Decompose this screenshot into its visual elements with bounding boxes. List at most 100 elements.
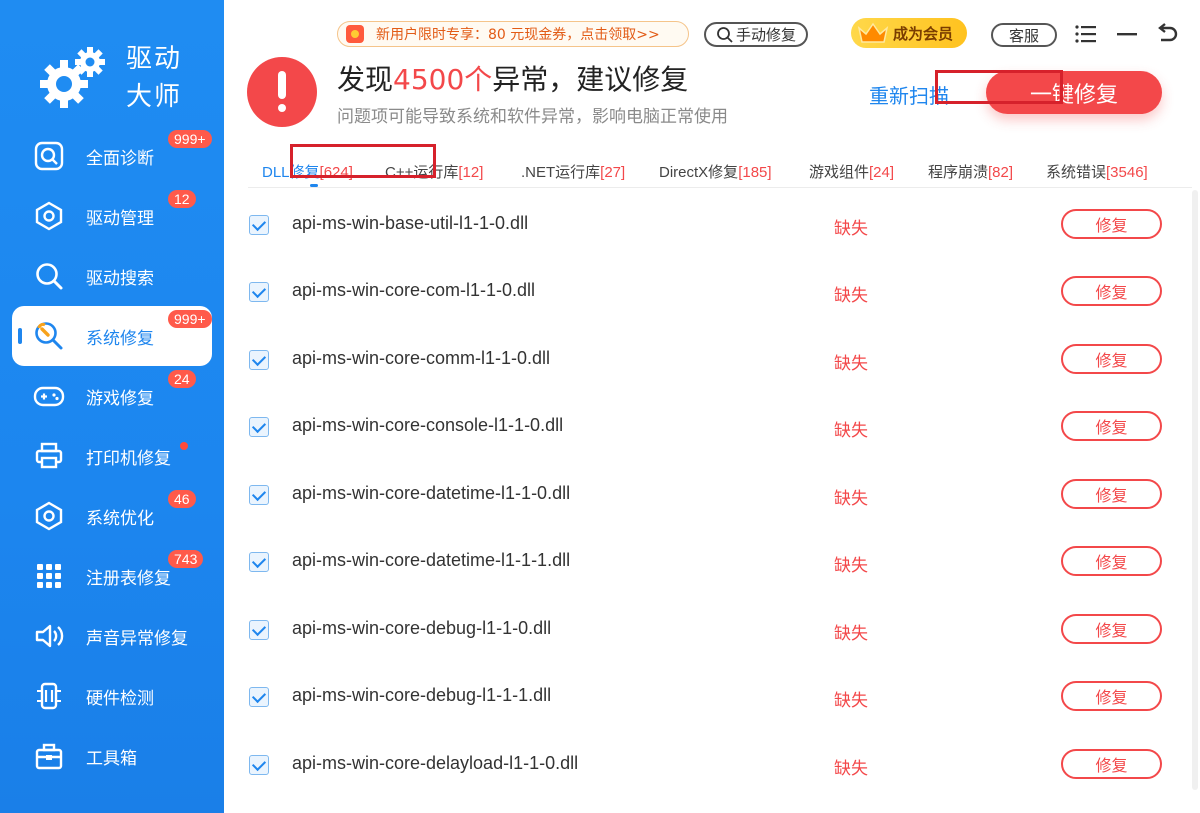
title-suffix: 异常，建议修复 [492,63,689,96]
file-name: api-ms-win-core-com-l1-1-0.dll [292,280,536,300]
tab-system-error[interactable]: 系统错误[3546] [1046,161,1148,182]
manual-repair-label: 手动修复 [735,26,796,44]
status-label: 缺失 [834,556,868,576]
issue-count: 4500个 [393,63,493,96]
tab-count: [24] [869,164,895,181]
search-icon [717,26,733,43]
brand-name: 驱动 大师 [126,40,182,116]
tab-cpp-runtime[interactable]: C++运行库[12] [385,161,483,182]
fix-button[interactable]: 修复 [1061,344,1162,374]
row-checkbox[interactable] [249,485,269,505]
tab-count: [624] [319,164,353,181]
fix-button[interactable]: 修复 [1061,276,1162,306]
vip-label: 成为会员 [893,24,954,43]
issue-list: api-ms-win-base-util-l1-1-0.dll 缺失 修复 ap… [226,190,1192,813]
tab-dotnet-runtime[interactable]: .NET运行库[27] [521,161,625,182]
sidebar-item-game-repair[interactable]: 游戏修复 24 [12,366,212,426]
list-item: api-ms-win-core-datetime-l1-1-0.dll 缺失 修… [226,460,1192,527]
tab-count: [82] [988,164,1014,181]
tab-label: .NET运行库 [521,164,601,181]
tab-dll-repair[interactable]: DLL修复[624] [262,161,353,182]
count-badge: 999+ [168,310,212,328]
list-item: api-ms-win-core-datetime-l1-1-1.dll 缺失 修… [226,527,1192,594]
coupon-icon [346,25,364,43]
notification-dot [180,442,188,450]
brand-name-line2: 大师 [126,82,183,112]
sidebar-item-driver-search[interactable]: 驱动搜索 [12,246,212,306]
file-name: api-ms-win-core-datetime-l1-1-1.dll [292,550,571,570]
minimize-icon[interactable] [1115,22,1139,46]
sidebar-item-label: 游戏修复 [86,388,154,409]
scrollbar[interactable] [1192,190,1198,790]
wrench-icon [32,319,66,353]
sidebar-nav: 全面诊断 999+ 驱动管理 12 驱动搜索 系统修复 999+ 游戏修复 24… [12,126,212,786]
sidebar-item-label: 系统优化 [86,508,154,529]
fix-button[interactable]: 修复 [1061,546,1162,576]
count-badge: 999+ [168,130,212,148]
toolbox-icon [32,739,66,773]
fix-button[interactable]: 修复 [1061,749,1162,779]
row-checkbox[interactable] [249,620,269,640]
hexagon-icon [32,199,66,233]
list-item: api-ms-win-core-com-l1-1-0.dll 缺失 修复 [226,257,1192,324]
list-item: api-ms-win-core-debug-l1-1-0.dll 缺失 修复 [226,595,1192,662]
row-checkbox[interactable] [249,215,269,235]
file-name: api-ms-win-core-debug-l1-1-0.dll [292,618,552,638]
printer-icon [32,439,66,473]
search-icon [32,259,66,293]
sidebar-item-system-optimize[interactable]: 系统优化 46 [12,486,212,546]
sidebar-item-sound-repair[interactable]: 声音异常修复 [12,606,212,666]
fix-button[interactable]: 修复 [1061,411,1162,441]
chip-icon [32,679,66,713]
list-item: api-ms-win-core-console-l1-1-0.dll 缺失 修复 [226,392,1192,459]
tab-count: [12] [458,164,484,181]
tab-directx-repair[interactable]: DirectX修复[185] [659,161,772,182]
sidebar-item-printer-repair[interactable]: 打印机修复 [12,426,212,486]
tab-label: 游戏组件 [809,164,870,181]
count-badge: 743 [168,550,204,568]
row-checkbox[interactable] [249,417,269,437]
vip-button[interactable]: 成为会员 [851,18,967,48]
active-indicator [18,328,22,344]
count-badge: 46 [168,490,196,508]
brand-name-line1: 驱动 [126,44,183,74]
row-checkbox[interactable] [249,282,269,302]
one-click-repair-button[interactable]: 一键修复 [986,71,1162,114]
list-item: api-ms-win-core-comm-l1-1-0.dll 缺失 修复 [226,325,1192,392]
tab-label: 系统错误 [1046,164,1107,181]
fix-button[interactable]: 修复 [1061,614,1162,644]
menu-icon[interactable] [1074,22,1098,46]
row-checkbox[interactable] [249,687,269,707]
status-label: 缺失 [834,219,868,239]
hexagon-icon [32,499,66,533]
sidebar-item-registry-repair[interactable]: 注册表修复 743 [12,546,212,606]
back-icon[interactable] [1155,22,1179,46]
customer-service-button[interactable]: 客服 [991,23,1057,47]
tab-label: DirectX修复 [659,164,739,181]
status-label: 缺失 [834,421,868,441]
fix-button[interactable]: 修复 [1061,479,1162,509]
fix-button[interactable]: 修复 [1061,209,1162,239]
manual-repair-button[interactable]: 手动修复 [704,22,808,47]
row-checkbox[interactable] [249,552,269,572]
list-item: api-ms-win-base-util-l1-1-0.dll 缺失 修复 [226,190,1192,257]
sidebar-item-toolbox[interactable]: 工具箱 [12,726,212,786]
sidebar-item-full-diagnosis[interactable]: 全面诊断 999+ [12,126,212,186]
sidebar-item-driver-management[interactable]: 驱动管理 12 [12,186,212,246]
row-checkbox[interactable] [249,350,269,370]
fix-button[interactable]: 修复 [1061,681,1162,711]
rescan-link[interactable]: 重新扫描 [869,80,949,109]
brand: 驱动 大师 [40,40,210,120]
status-label: 缺失 [834,691,868,711]
row-checkbox[interactable] [249,755,269,775]
sidebar-item-system-repair[interactable]: 系统修复 999+ [12,306,212,366]
sidebar-item-hardware-check[interactable]: 硬件检测 [12,666,212,726]
tab-program-crash[interactable]: 程序崩溃[82] [928,161,1013,182]
tab-count: [27] [600,164,626,181]
promo-banner[interactable]: 新用户限时专享：80 元现金券，点击领取>> [337,21,689,47]
tab-game-components[interactable]: 游戏组件[24] [809,161,894,182]
page-subtitle: 问题项可能导致系统和软件异常，影响电脑正常使用 [337,107,728,127]
diagnose-icon [32,139,66,173]
sidebar-item-label: 全面诊断 [86,148,154,169]
file-name: api-ms-win-base-util-l1-1-0.dll [292,213,529,233]
